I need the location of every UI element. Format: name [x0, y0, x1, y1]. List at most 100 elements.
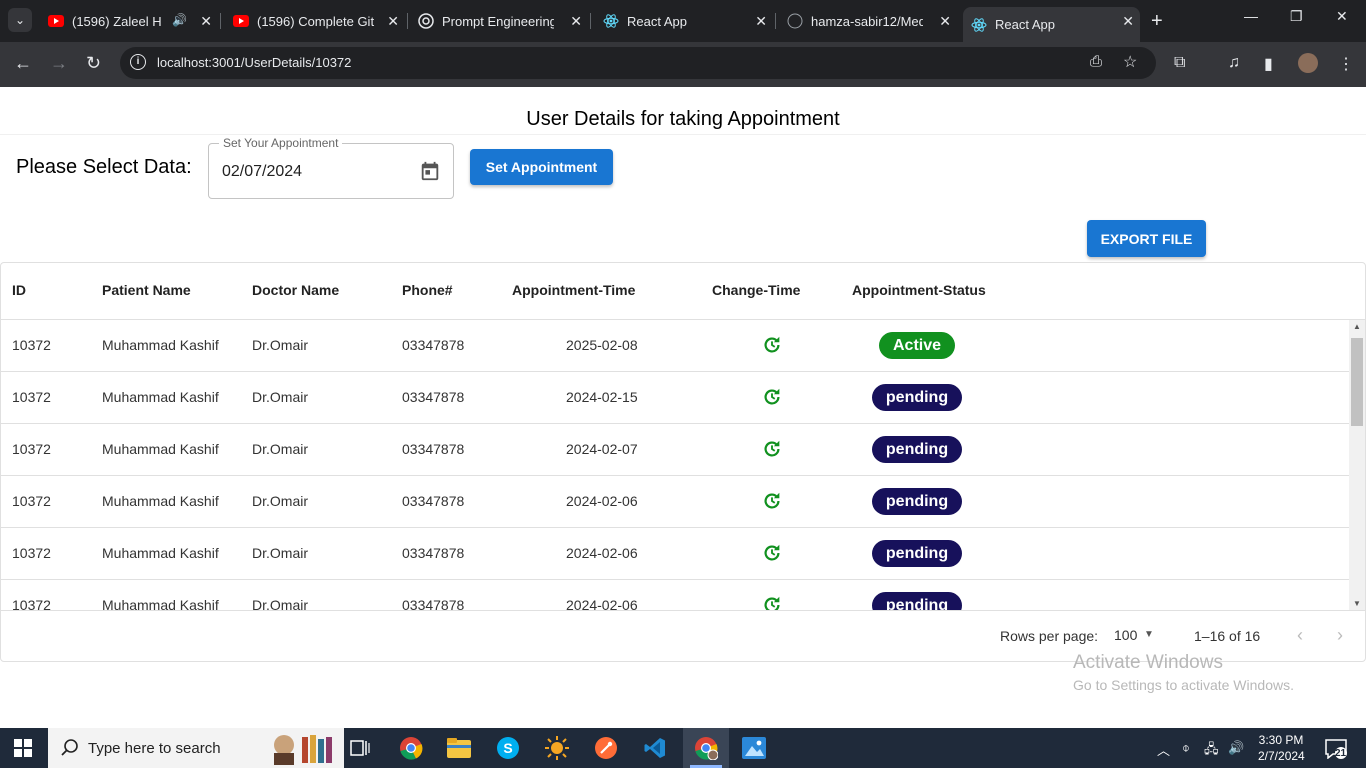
bookmark-star-icon[interactable]: ☆	[1123, 52, 1137, 72]
close-window-icon[interactable]: ✕	[1336, 8, 1348, 25]
meet-now-icon[interactable]: ⌽	[1182, 740, 1190, 756]
address-bar[interactable]: i localhost:3001/UserDetails/10372 ⎙ ☆	[120, 47, 1156, 79]
change-time-icon[interactable]	[761, 542, 783, 569]
close-tab-icon[interactable]: ✕	[939, 13, 951, 30]
set-appointment-button[interactable]: Set Appointment	[470, 149, 613, 185]
chrome-profile-icon[interactable]	[692, 734, 720, 762]
change-time-icon[interactable]	[761, 594, 783, 610]
speaker-icon[interactable]: 🔊	[172, 13, 187, 27]
tab-react-app-active[interactable]: React App ✕	[963, 7, 1140, 42]
column-header-phone[interactable]: Phone#	[402, 282, 453, 298]
back-icon[interactable]: ←	[14, 53, 32, 74]
cell-appointment-time: 2024-02-06	[566, 545, 638, 561]
youtube-icon	[233, 13, 249, 29]
close-tab-icon[interactable]: ✕	[200, 13, 212, 30]
network-icon[interactable]: 🖧	[1204, 740, 1219, 762]
side-panel-icon[interactable]: ▮	[1264, 54, 1273, 74]
new-tab-button[interactable]: +	[1151, 10, 1163, 33]
close-tab-icon[interactable]: ✕	[1122, 13, 1134, 30]
column-header-change-time[interactable]: Change-Time	[712, 282, 800, 298]
table-scrollbar[interactable]: ▲ ▼	[1349, 320, 1365, 610]
taskbar-clock[interactable]: 3:30 PM 2/7/2024	[1258, 732, 1305, 764]
restore-icon[interactable]: ❐	[1290, 8, 1303, 25]
scroll-down-arrow[interactable]: ▼	[1353, 599, 1361, 608]
minimize-icon[interactable]: —	[1244, 8, 1258, 24]
status-badge-pending: pending	[872, 592, 962, 610]
tab-youtube-2[interactable]: (1596) Complete Git a ✕	[233, 7, 405, 35]
table-body[interactable]: 10372 Muhammad Kashif Dr.Omair 03347878 …	[1, 320, 1349, 610]
windows-start-icon[interactable]	[14, 739, 32, 762]
forward-icon[interactable]: →	[50, 53, 68, 74]
table-row[interactable]: 10372 Muhammad Kashif Dr.Omair 03347878 …	[1, 580, 1349, 610]
extensions-icon[interactable]: ⧉	[1174, 54, 1185, 72]
taskbar-search-box[interactable]: Type here to search	[48, 728, 344, 768]
url-text[interactable]: localhost:3001/UserDetails/10372	[157, 55, 351, 70]
media-controls-icon[interactable]: ♫	[1228, 54, 1240, 72]
table-row[interactable]: 10372 Muhammad Kashif Dr.Omair 03347878 …	[1, 372, 1349, 424]
show-hidden-icons-icon[interactable]: ︿	[1157, 740, 1170, 759]
rows-per-page-label: Rows per page:	[1000, 628, 1099, 644]
cell-appointment-time: 2024-02-06	[566, 493, 638, 509]
close-tab-icon[interactable]: ✕	[387, 13, 399, 30]
site-info-icon[interactable]: i	[130, 54, 146, 70]
profile-avatar[interactable]	[1298, 53, 1318, 73]
close-tab-icon[interactable]: ✕	[570, 13, 582, 30]
scrollbar-thumb[interactable]	[1351, 338, 1363, 426]
browser-menu-icon[interactable]: ⋮	[1338, 54, 1354, 74]
volume-icon[interactable]: 🔊	[1228, 740, 1244, 756]
postman-icon[interactable]	[592, 734, 620, 762]
cell-phone: 03347878	[402, 597, 465, 610]
windows-taskbar: Type here to search S ︿ ⌽ 🖧 🔊 3:30 PM 2/…	[0, 728, 1366, 768]
tab-prompt-engineering[interactable]: Prompt Engineering f ✕	[418, 7, 588, 35]
appointment-date-field[interactable]: Set Your Appointment 02/07/2024	[208, 136, 454, 199]
previous-page-icon[interactable]: ‹	[1297, 625, 1303, 646]
change-time-icon[interactable]	[761, 490, 783, 517]
photos-icon[interactable]	[740, 734, 768, 762]
table-row[interactable]: 10372 Muhammad Kashif Dr.Omair 03347878 …	[1, 528, 1349, 580]
github-icon	[787, 13, 803, 29]
table-header: ID Patient Name Doctor Name Phone# Appoi…	[1, 263, 1365, 320]
table-row[interactable]: 10372 Muhammad Kashif Dr.Omair 03347878 …	[1, 476, 1349, 528]
calendar-icon[interactable]	[419, 160, 441, 187]
change-time-icon[interactable]	[761, 438, 783, 465]
cell-id: 10372	[12, 389, 51, 405]
chrome-icon[interactable]	[397, 734, 425, 762]
date-input[interactable]: 02/07/2024	[222, 163, 302, 181]
status-badge-pending: pending	[872, 540, 962, 567]
column-header-doctor-name[interactable]: Doctor Name	[252, 282, 339, 298]
status-badge-pending: pending	[872, 384, 962, 411]
close-tab-icon[interactable]: ✕	[755, 13, 767, 30]
column-header-appointment-time[interactable]: Appointment-Time	[512, 282, 635, 298]
clock-time: 3:30 PM	[1258, 733, 1304, 747]
cell-patient-name: Muhammad Kashif	[102, 493, 219, 509]
change-time-icon[interactable]	[761, 334, 783, 361]
cell-doctor-name: Dr.Omair	[252, 337, 308, 353]
export-file-button[interactable]: EXPORT FILE	[1087, 220, 1206, 257]
tab-youtube-1[interactable]: (1596) Zaleel Ho 🔊 ✕	[48, 7, 218, 35]
column-header-patient-name[interactable]: Patient Name	[102, 282, 191, 298]
column-header-appointment-status[interactable]: Appointment-Status	[852, 282, 986, 298]
install-app-icon[interactable]: ⎙	[1090, 53, 1102, 70]
next-page-icon[interactable]: ›	[1337, 625, 1343, 646]
vscode-icon[interactable]	[641, 734, 669, 762]
weather-sun-icon[interactable]	[543, 734, 571, 762]
skype-icon[interactable]: S	[494, 734, 522, 762]
scroll-up-arrow[interactable]: ▲	[1353, 322, 1361, 331]
tab-react-app-1[interactable]: React App ✕	[603, 7, 773, 35]
cell-doctor-name: Dr.Omair	[252, 545, 308, 561]
task-view-icon[interactable]	[346, 734, 374, 762]
rows-per-page-select[interactable]: 100	[1114, 627, 1137, 643]
cell-doctor-name: Dr.Omair	[252, 493, 308, 509]
cell-id: 10372	[12, 597, 51, 610]
column-header-id[interactable]: ID	[12, 282, 26, 298]
search-icon	[60, 738, 80, 763]
tab-search-button[interactable]: ⌄	[8, 8, 32, 32]
file-explorer-icon[interactable]	[445, 734, 473, 762]
table-row[interactable]: 10372 Muhammad Kashif Dr.Omair 03347878 …	[1, 424, 1349, 476]
tab-github[interactable]: hamza-sabir12/Medi ✕	[787, 7, 957, 35]
change-time-icon[interactable]	[761, 386, 783, 413]
dropdown-arrow-icon[interactable]: ▼	[1144, 629, 1154, 640]
chatgpt-icon	[418, 13, 434, 29]
table-row[interactable]: 10372 Muhammad Kashif Dr.Omair 03347878 …	[1, 320, 1349, 372]
reload-icon[interactable]: ↻	[86, 53, 101, 74]
